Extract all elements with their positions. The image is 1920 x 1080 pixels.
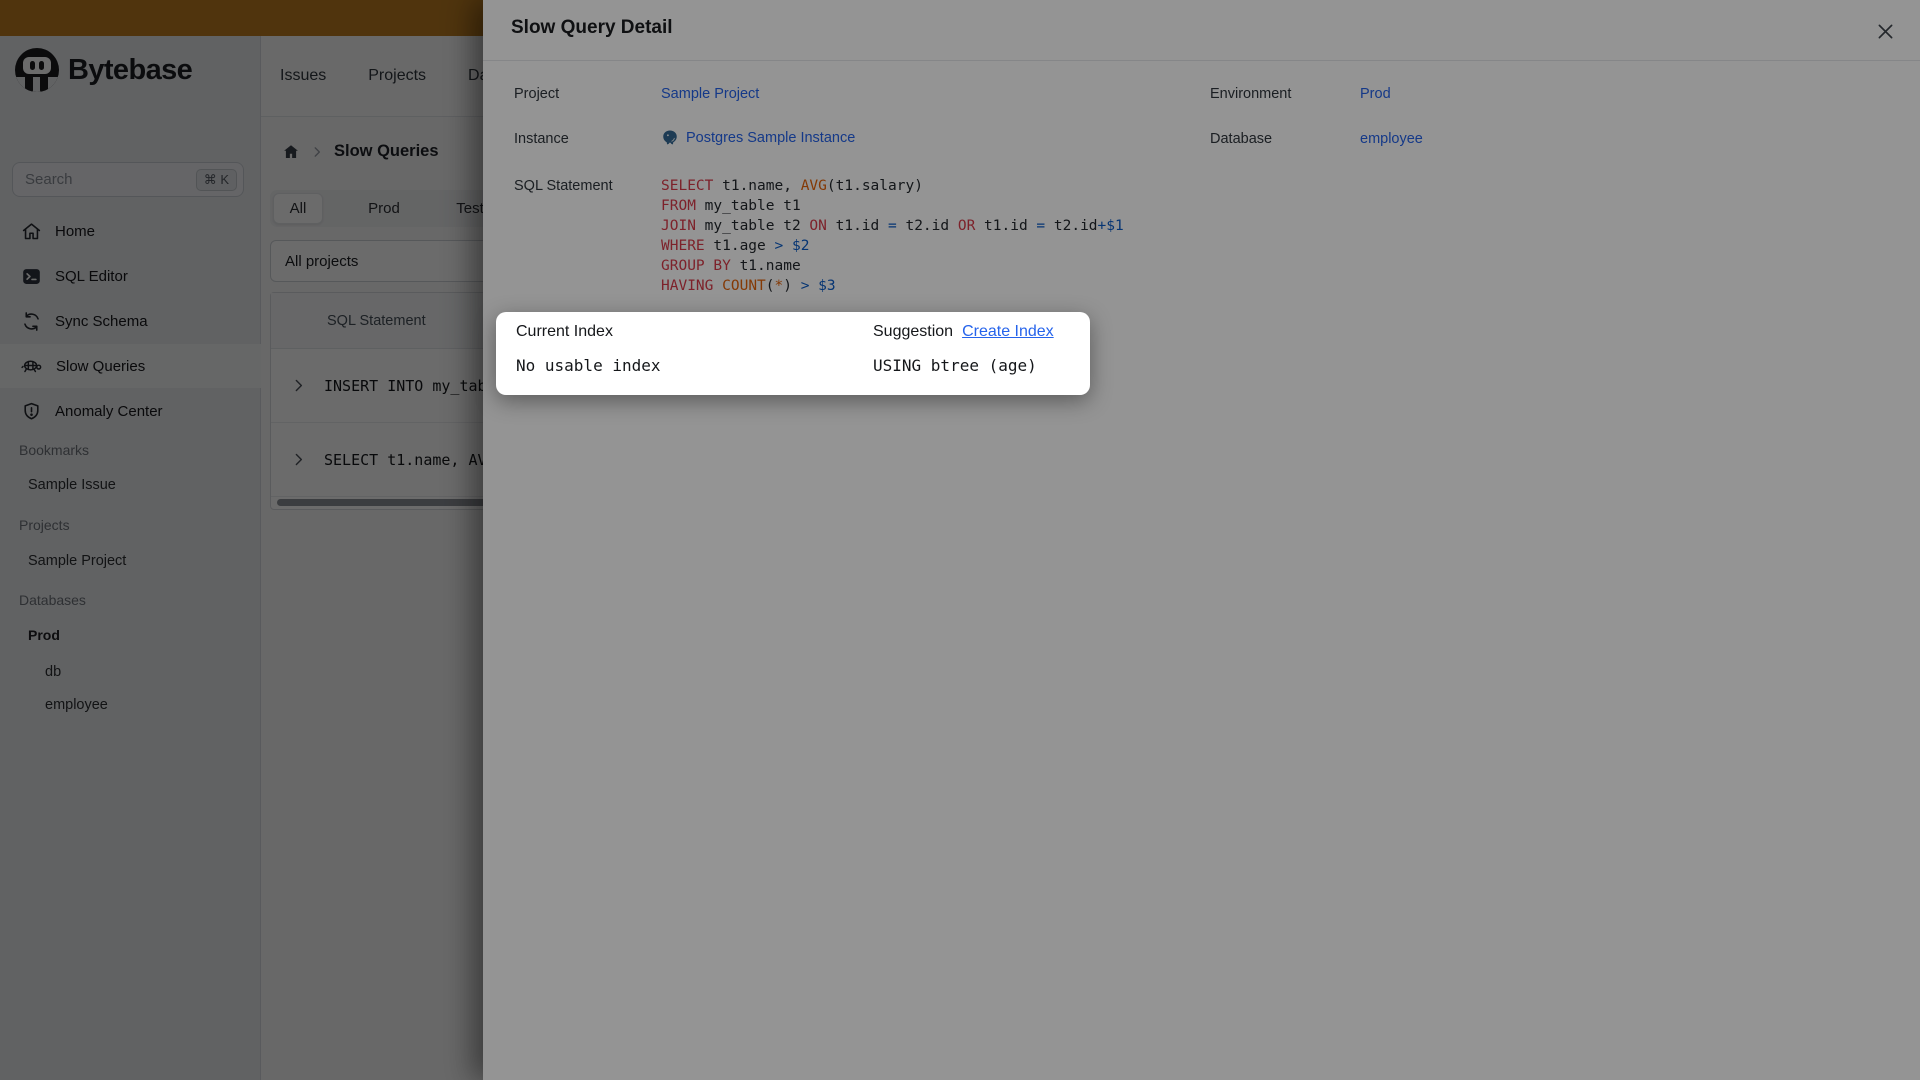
index-suggestion-popup: Current Index Suggestion Create Index No… (496, 312, 1090, 395)
create-index-link[interactable]: Create Index (962, 323, 1054, 341)
dim-overlay-over-panel (0, 0, 1920, 1080)
suggestion-value: USING btree (age) (873, 356, 1037, 375)
suggestion-label: Suggestion (873, 323, 954, 340)
current-index-value: No usable index (516, 356, 661, 375)
current-index-label: Current Index (516, 323, 613, 340)
suggestion-header: Suggestion Create Index (873, 323, 1054, 341)
